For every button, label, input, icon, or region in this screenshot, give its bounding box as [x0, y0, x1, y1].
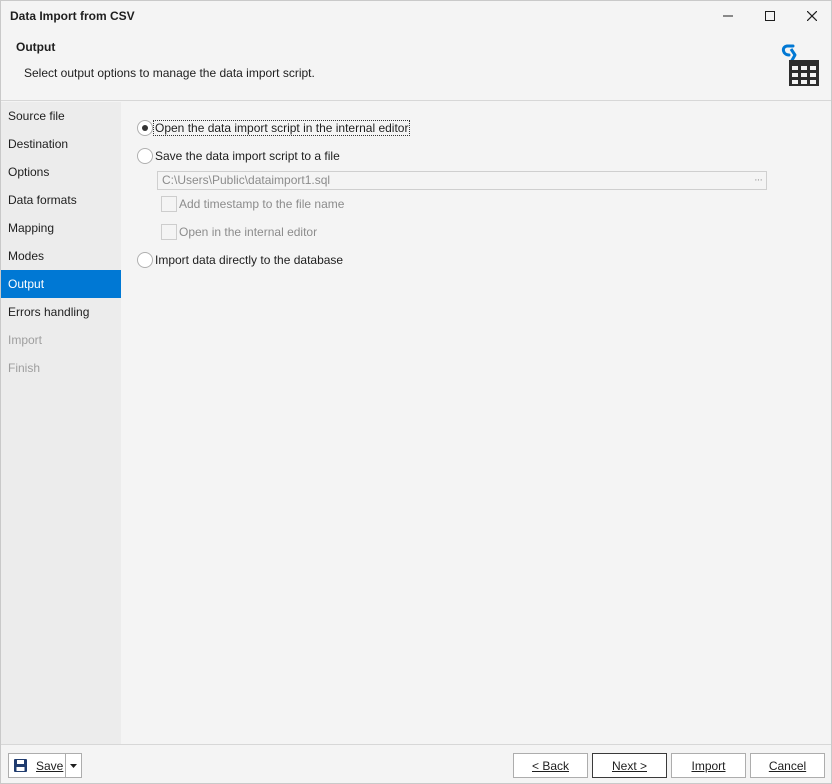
output-options-panel: Open the data import script in the inter… [121, 102, 831, 744]
wizard-header: Output Select output options to manage t… [1, 31, 831, 101]
nav-item-destination[interactable]: Destination [1, 130, 121, 158]
back-button[interactable]: < Back [513, 753, 588, 778]
checkbox-open-in-editor-label[interactable]: Open in the internal editor [179, 225, 317, 239]
wizard-steps-nav: Source file Destination Options Data for… [1, 102, 121, 744]
nav-item-output[interactable]: Output [1, 270, 121, 298]
radio-save-file-label[interactable]: Save the data import script to a file [155, 149, 340, 163]
nav-item-import: Import [8, 333, 43, 347]
checkbox-add-timestamp-label[interactable]: Add timestamp to the file name [179, 197, 344, 211]
maximize-icon [765, 11, 775, 21]
close-icon [807, 11, 817, 21]
maximize-button[interactable] [749, 1, 791, 31]
wizard-footer: Save < Back Next > Import Cancel [1, 744, 831, 783]
save-button-label: Save [36, 758, 64, 773]
nav-item-source-file[interactable]: Source file [1, 102, 121, 130]
cancel-button-label: Cancel [768, 758, 807, 773]
page-title: Output [16, 40, 56, 54]
window-title: Data Import from CSV [10, 9, 135, 23]
radio-open-editor-label[interactable]: Open the data import script in the inter… [152, 120, 411, 136]
page-subtitle: Select output options to manage the data… [24, 66, 315, 80]
import-table-icon [781, 44, 819, 86]
nav-item-data-formats[interactable]: Data formats [1, 186, 121, 214]
next-button-label: Next > [611, 758, 647, 773]
save-button[interactable]: Save [9, 754, 65, 777]
data-import-window: Data Import from CSV Output Select outpu… [0, 0, 832, 784]
radio-import-direct-label[interactable]: Import data directly to the database [155, 253, 343, 267]
radio-save-file[interactable] [137, 148, 153, 164]
file-path-input[interactable]: C:\Users\Public\dataimport1.sql ··· [157, 171, 767, 190]
import-button[interactable]: Import [671, 753, 746, 778]
import-button-label: Import [691, 758, 726, 773]
chevron-down-icon [70, 763, 77, 768]
save-dropdown-button[interactable] [65, 754, 81, 777]
back-button-label: < Back [531, 758, 570, 773]
browse-button[interactable]: ··· [754, 172, 763, 189]
title-bar: Data Import from CSV [1, 1, 831, 31]
nav-item-options[interactable]: Options [1, 158, 121, 186]
next-button[interactable]: Next > [592, 753, 667, 778]
save-split-button: Save [8, 753, 82, 778]
checkbox-add-timestamp[interactable] [161, 196, 177, 212]
minimize-icon [723, 15, 733, 17]
floppy-disk-icon [14, 759, 27, 772]
nav-item-errors-handling[interactable]: Errors handling [1, 298, 121, 326]
nav-item-mapping[interactable]: Mapping [1, 214, 121, 242]
minimize-button[interactable] [707, 1, 749, 31]
nav-item-modes[interactable]: Modes [1, 242, 121, 270]
radio-open-editor[interactable] [137, 120, 153, 136]
checkbox-open-in-editor[interactable] [161, 224, 177, 240]
radio-import-direct[interactable] [137, 252, 153, 268]
nav-item-finish: Finish [8, 361, 41, 375]
cancel-button[interactable]: Cancel [750, 753, 825, 778]
close-button[interactable] [791, 1, 832, 31]
file-path-value: C:\Users\Public\dataimport1.sql [162, 173, 331, 187]
